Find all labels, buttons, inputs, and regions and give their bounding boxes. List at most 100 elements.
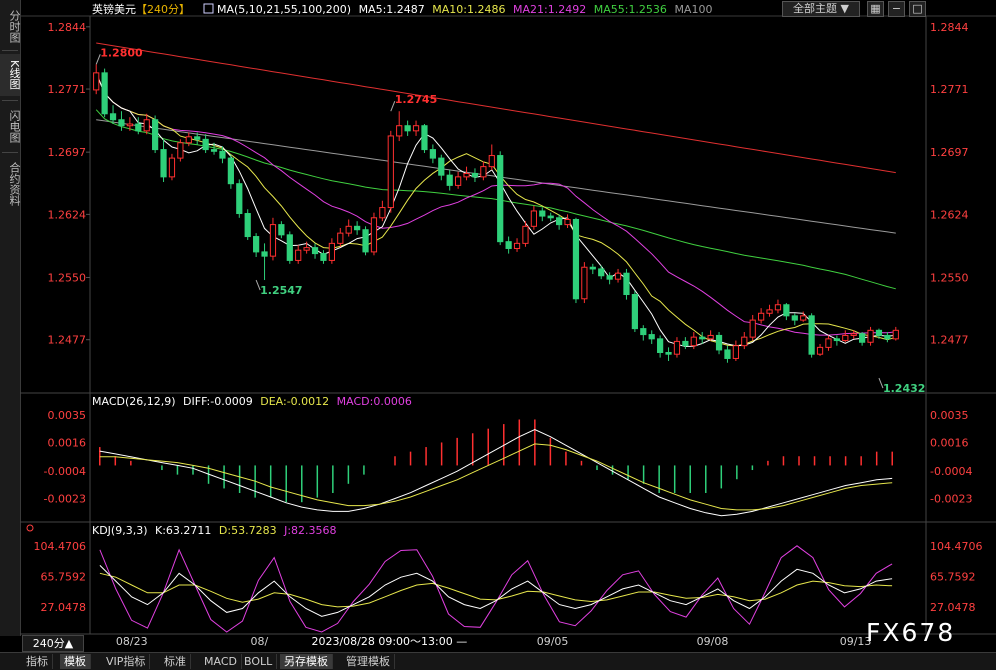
price-tick-left: 1.2624 — [48, 208, 87, 221]
candle-body — [640, 328, 647, 336]
candle-body — [488, 155, 495, 168]
candle-body — [741, 336, 748, 347]
macd-tick-right: 0.0035 — [930, 409, 969, 422]
macd-tick-left: -0.0023 — [44, 492, 86, 505]
candle-body — [202, 138, 209, 151]
ma100-value: MA100 — [674, 3, 712, 16]
kdj-tick-right: 27.0478 — [930, 601, 976, 614]
price-tick-left: 1.2771 — [48, 83, 87, 96]
macd-diff: DIFF:-0.0009 — [183, 395, 253, 408]
candle-body — [303, 247, 310, 251]
kdj-j: J:82.3568 — [283, 524, 336, 537]
candle-body — [429, 149, 436, 159]
candle-body — [320, 253, 327, 261]
price-tick-right: 1.2477 — [930, 334, 969, 347]
x-axis-labels: 08/23 08/09/05 09/08 09/132023/08/28 09:00～… — [116, 635, 872, 648]
candle-body — [791, 315, 798, 321]
macd-tick-left: 0.0016 — [48, 436, 87, 449]
candle-body — [513, 242, 521, 249]
candle-body — [614, 272, 622, 280]
bottom-tab-boll[interactable]: BOLL — [240, 654, 278, 669]
candle-body — [816, 346, 824, 355]
candle-body — [497, 155, 504, 243]
x-axis-label: 09/05 — [537, 635, 569, 648]
price-tick-left: 1.2844 — [48, 21, 87, 34]
candle-body — [135, 123, 142, 132]
candle-body — [623, 272, 630, 296]
candle-body — [825, 338, 832, 348]
candle-body — [101, 72, 108, 115]
candle-body — [286, 234, 293, 261]
candle-body — [859, 333, 866, 343]
ma21-value: MA21:1.2492 — [513, 3, 586, 16]
price-annotation: 1.2745 — [395, 93, 437, 106]
candle-body — [194, 136, 201, 140]
bottom-tab-vip[interactable]: VIP指标 — [102, 654, 151, 669]
candle-body — [396, 125, 403, 137]
candle-body — [850, 333, 857, 336]
candle-body — [581, 266, 588, 300]
macd-legend: MACD(26,12,9) DIFF:-0.0009 DEA:-0.0012 M… — [92, 395, 412, 408]
price-annotation: 1.2800 — [100, 46, 143, 59]
ma55-value: MA55:1.2536 — [594, 3, 667, 16]
candle-body — [690, 336, 697, 347]
price-tick-left: 1.2550 — [48, 271, 87, 284]
candle-body — [556, 217, 563, 226]
kdj-d: D:53.7283 — [219, 524, 277, 537]
ma-legend: MA(5,10,21,55,100,200) MA5:1.2487 MA10:1… — [217, 3, 712, 16]
ma-toggle-icon[interactable] — [203, 3, 214, 14]
macd-tick-right: 0.0016 — [930, 436, 969, 449]
period-label: 【240分】 — [136, 3, 190, 16]
candle-body — [715, 334, 723, 351]
minimize-icon[interactable]: − — [888, 1, 905, 17]
candle-body — [867, 329, 874, 343]
macd-tick-right: -0.0004 — [930, 465, 972, 478]
bottom-tab-save-template[interactable]: 另存模板 — [280, 654, 333, 669]
candle-body — [412, 125, 420, 132]
candle-body — [311, 247, 319, 255]
bottom-tab-standard[interactable]: 标准 — [160, 654, 191, 669]
candle-body — [766, 309, 773, 314]
price-tick-left: 1.2697 — [48, 146, 87, 159]
candle-body — [261, 251, 268, 257]
candle-body — [152, 119, 159, 151]
candle-body — [522, 225, 529, 244]
macd-tick-left: -0.0004 — [44, 465, 86, 478]
candle-body — [118, 119, 125, 127]
theme-select-button[interactable]: 全部主题 ▼ — [782, 1, 860, 17]
bottom-tab-manage-template[interactable]: 管理模板 — [342, 654, 395, 669]
kdj-tick-left: 65.7592 — [41, 571, 87, 584]
kdj-settings-icon[interactable] — [26, 524, 34, 532]
macd-dea: DEA:-0.0012 — [260, 395, 329, 408]
ma5-value: MA5:1.2487 — [359, 3, 425, 16]
candle-body — [842, 334, 849, 342]
grid-view-icon[interactable]: ▦ — [867, 1, 884, 17]
price-tick-right: 1.2550 — [930, 271, 969, 284]
macd-label: MACD(26,12,9) — [92, 395, 176, 408]
kdj-k-line — [99, 565, 893, 617]
candle-body — [732, 345, 739, 359]
candle-body — [631, 294, 638, 330]
x-axis-label: 08/ — [251, 635, 269, 648]
candle-body — [572, 218, 580, 300]
bottom-tab-template[interactable]: 模板 — [60, 654, 91, 669]
chart-canvas[interactable]: 1.2800 1.2745 1.2547 1.2432 1.2844 1.2844 1.2… — [0, 0, 996, 652]
candle-body — [505, 241, 512, 249]
bottom-tab-indicator[interactable]: 指标 — [22, 654, 53, 669]
candle-body — [446, 174, 453, 186]
bottom-tab-macd[interactable]: MACD — [200, 654, 242, 669]
candle-body — [606, 275, 613, 280]
candle-body — [278, 224, 285, 236]
maximize-icon[interactable]: □ — [909, 1, 926, 17]
candle-body — [875, 329, 883, 336]
kdj-tick-right: 104.4706 — [930, 540, 983, 553]
period-selector[interactable]: 240分▲ — [22, 635, 84, 652]
candle-body — [589, 266, 596, 270]
candle-body — [354, 225, 361, 231]
candle-body — [421, 125, 428, 151]
candle-body — [387, 135, 394, 209]
candle-body — [345, 225, 352, 234]
candle-body — [126, 123, 133, 127]
candle-body — [564, 218, 571, 226]
candle-body — [109, 113, 117, 121]
